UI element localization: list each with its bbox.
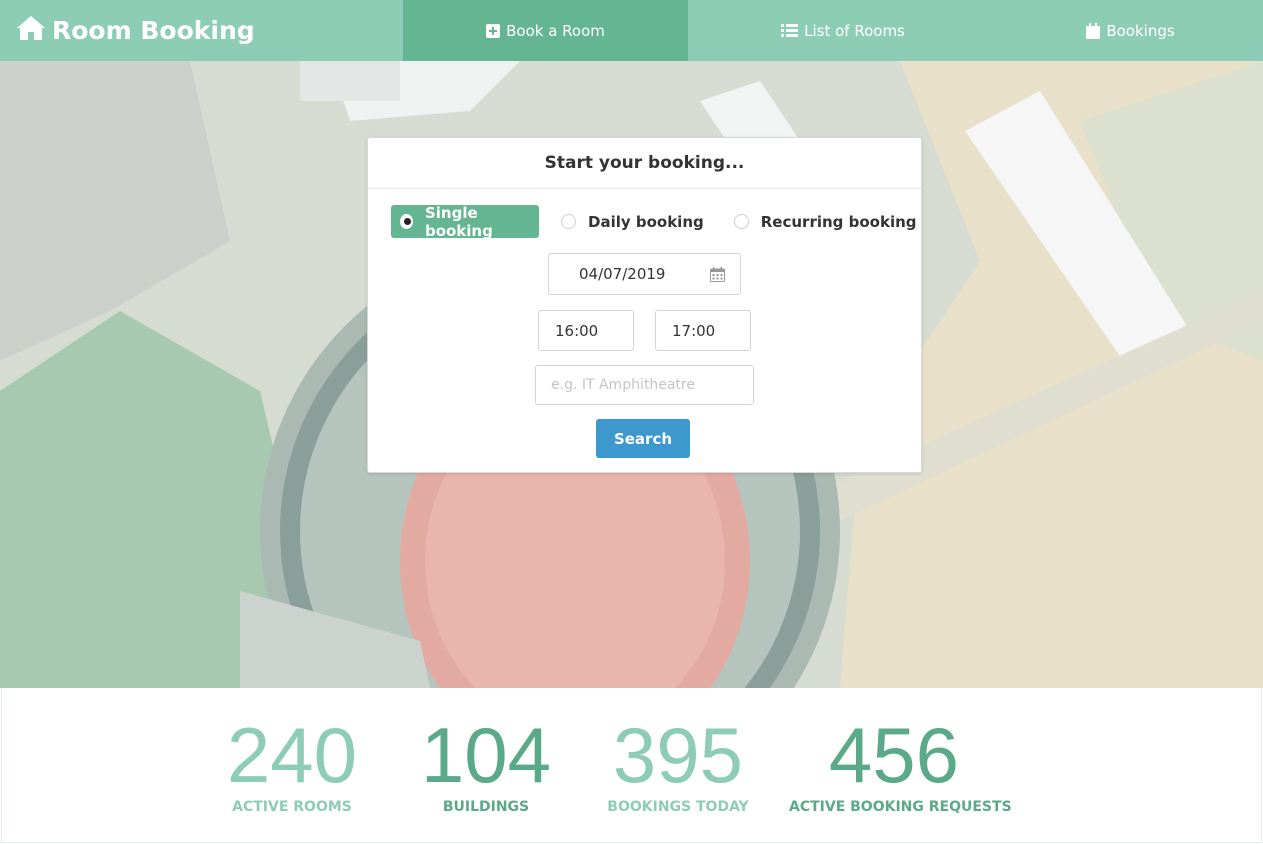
room-search-input[interactable]: e.g. IT Amphitheatre: [535, 365, 754, 405]
stat-label: ACTIVE ROOMS: [232, 799, 352, 815]
room-placeholder: e.g. IT Amphitheatre: [551, 377, 695, 393]
start-time-field[interactable]: 16:00: [538, 310, 634, 351]
stat-value: 456: [828, 711, 960, 799]
stats-section: 240 ACTIVE ROOMS 104 BUILDINGS 395 BOOKI…: [1, 688, 1262, 843]
radio-single-booking[interactable]: Single booking: [391, 203, 539, 240]
tab-list-of-rooms[interactable]: List of Rooms: [688, 0, 998, 61]
radio-recurring-booking[interactable]: Recurring booking: [733, 205, 917, 238]
stat-value: 395: [612, 711, 744, 799]
radio-unselected-icon: [561, 214, 576, 229]
brand-title: Room Booking: [52, 16, 255, 45]
end-time-field[interactable]: 17:00: [655, 310, 751, 351]
tab-label: List of Rooms: [804, 21, 905, 40]
calendar-icon: [1086, 22, 1101, 39]
plus-square-icon: [486, 23, 501, 38]
brand-link[interactable]: Room Booking: [0, 0, 403, 61]
tab-label: Bookings: [1106, 21, 1175, 40]
date-value: 04/07/2019: [579, 265, 666, 283]
calendar-icon[interactable]: [710, 267, 725, 286]
end-time-value: 17:00: [672, 321, 716, 340]
stat-value: 240: [226, 711, 358, 799]
stat-label: BOOKINGS TODAY: [607, 799, 749, 815]
date-field[interactable]: 04/07/2019: [548, 253, 741, 295]
radio-label: Recurring booking: [760, 212, 917, 231]
search-button[interactable]: Search: [596, 419, 690, 458]
booking-card-title: Start your booking...: [368, 138, 921, 189]
stat-active-rooms: 240 ACTIVE ROOMS: [217, 713, 367, 815]
radio-unselected-icon: [733, 214, 749, 229]
radio-label: Daily booking: [588, 212, 704, 231]
tab-label: Book a Room: [506, 21, 605, 40]
tab-book-a-room[interactable]: Book a Room: [403, 0, 688, 61]
booking-type-group: Single booking Daily booking Recurring b…: [391, 203, 917, 240]
radio-selected-icon: [400, 214, 413, 229]
booking-card: Start your booking... Single booking Dai…: [367, 137, 922, 473]
radio-label: Single booking: [424, 203, 493, 240]
stat-bookings-today: 395 BOOKINGS TODAY: [602, 713, 754, 815]
tab-bookings[interactable]: Bookings: [998, 0, 1263, 61]
stat-label: ACTIVE BOOKING REQUESTS: [789, 799, 1012, 815]
top-navbar: Room Booking Book a Room List of Rooms B…: [0, 0, 1263, 61]
home-icon: [16, 15, 52, 47]
stat-buildings: 104 BUILDINGS: [411, 713, 561, 815]
list-icon: [781, 24, 799, 37]
stat-active-booking-requests: 456 ACTIVE BOOKING REQUESTS: [789, 711, 1012, 815]
stat-value: 104: [420, 711, 552, 799]
stat-label: BUILDINGS: [442, 799, 530, 815]
radio-daily-booking[interactable]: Daily booking: [561, 205, 704, 238]
start-time-value: 16:00: [555, 321, 599, 340]
